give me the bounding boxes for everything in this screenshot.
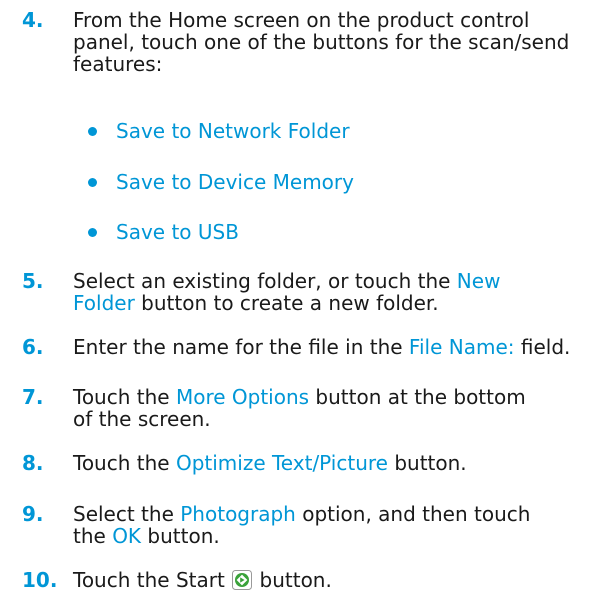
bullet-icon (88, 228, 97, 237)
step-number: 4. (22, 8, 44, 32)
instructions-document: 4. From the Home screen on the product c… (0, 0, 599, 610)
text-segment: button to create a new folder. (134, 291, 439, 315)
step-number: 9. (22, 502, 44, 526)
text-segment: button. (141, 524, 220, 548)
file-name-label: File Name: (408, 335, 515, 359)
start-button-icon (232, 570, 253, 590)
text-segment: Touch the Start (73, 568, 225, 592)
option-label: Save to Network Folder (116, 119, 350, 143)
option-label: Save to Device Memory (116, 170, 354, 194)
step-number: 7. (22, 385, 44, 409)
photograph-label: Photograph (180, 502, 296, 526)
text-segment: field. (514, 335, 571, 359)
step-text: Select the Photograph option, and then t… (73, 503, 553, 547)
ok-label: OK (112, 524, 142, 548)
text-segment: Select an existing folder, or touch the (73, 269, 457, 293)
text-segment: button. (387, 451, 467, 475)
text-segment: Select the (73, 502, 181, 526)
optimize-text-picture-label: Optimize Text/Picture (175, 451, 388, 475)
text-segment: Enter the name for the file in the (73, 335, 409, 359)
step-text: Select an existing folder, or touch the … (73, 270, 553, 314)
step-number: 10. (22, 568, 58, 592)
step-number: 5. (22, 269, 44, 293)
step-text: Touch the More Options button at the bot… (73, 386, 543, 430)
step-text: Touch the Optimize Text/Picture button. (73, 452, 593, 474)
option-label: Save to USB (116, 220, 239, 244)
text-segment: Touch the (73, 385, 176, 409)
text-segment: Touch the (73, 451, 176, 475)
step-text: Touch the Start button. (73, 569, 593, 591)
step-number: 8. (22, 451, 44, 475)
bullet-icon (88, 127, 97, 136)
step-text: Enter the name for the file in the File … (73, 336, 593, 358)
step-text: From the Home screen on the product cont… (73, 8, 570, 76)
bullet-icon (88, 178, 97, 187)
step-number: 6. (22, 335, 44, 359)
more-options-label: More Options (175, 385, 310, 409)
text-segment: button. (259, 568, 332, 592)
